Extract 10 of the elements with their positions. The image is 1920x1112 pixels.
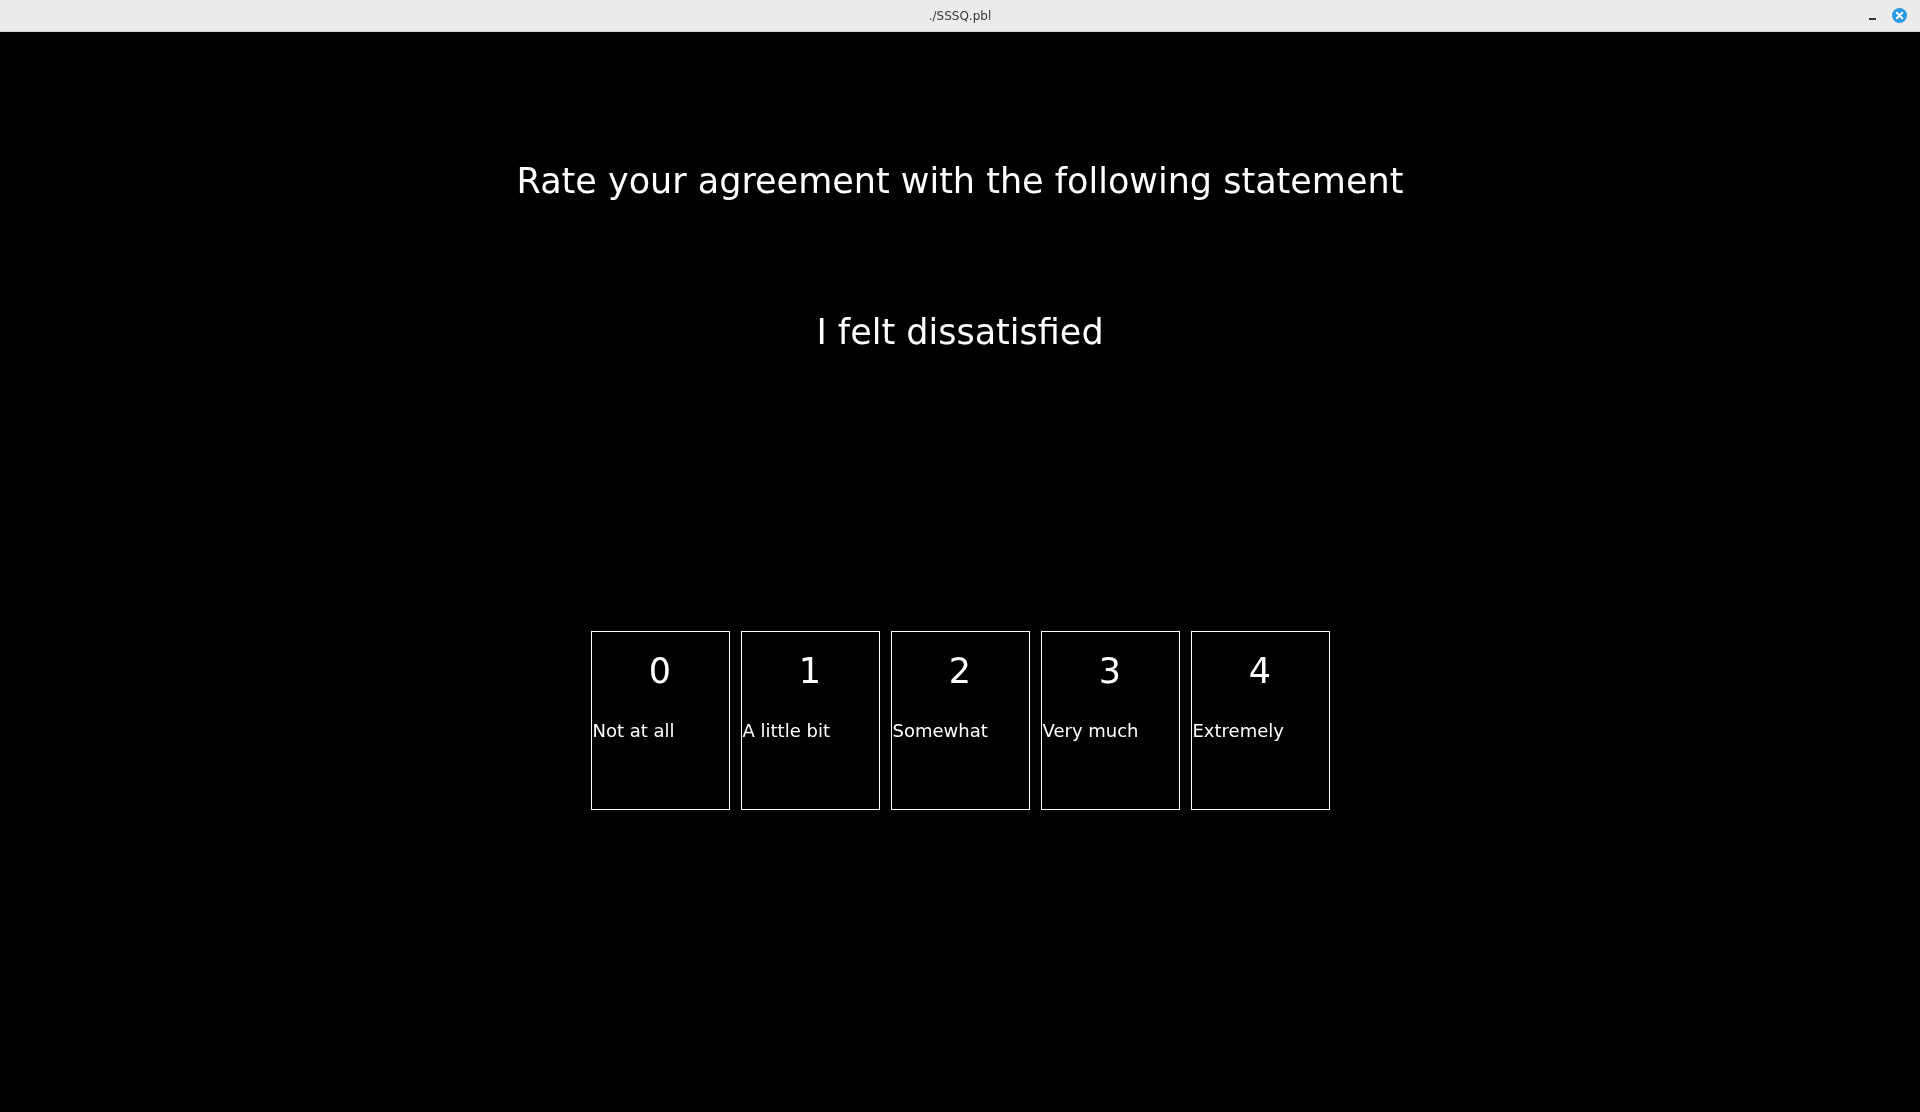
statement-text: I felt dissatisfied <box>816 311 1104 353</box>
rating-option-button[interactable]: 3 Very much <box>1040 631 1180 810</box>
rating-option-button[interactable]: 4 Extremely <box>1190 631 1330 810</box>
rating-option-button[interactable]: 2 Somewhat <box>890 631 1030 810</box>
window-title: ./SSSQ.pbl <box>928 7 992 24</box>
rating-option-button[interactable]: 0 Not at all <box>590 631 730 810</box>
minimize-icon[interactable] <box>1869 17 1876 20</box>
close-icon[interactable] <box>1892 8 1907 23</box>
rating-option-button[interactable]: 1 A little bit <box>740 631 880 810</box>
instruction-heading: Rate your agreement with the following statement <box>516 160 1404 202</box>
